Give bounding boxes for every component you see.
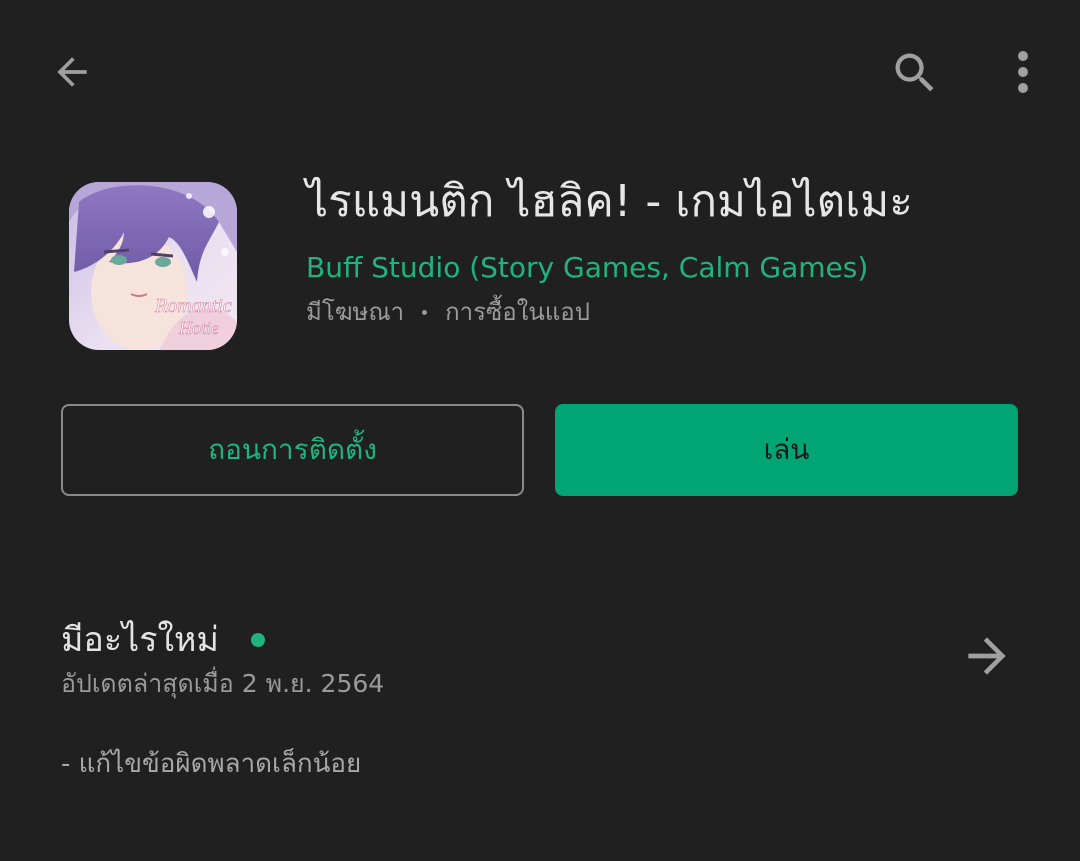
play-button[interactable]: เล่น (555, 404, 1018, 496)
last-updated-text: อัปเดตล่าสุดเมื่อ 2 พ.ย. 2564 (61, 669, 385, 698)
whats-new-title: มีอะไรใหม่ (61, 620, 219, 660)
in-app-purchases-label: การซื้อในแอป (445, 298, 590, 326)
back-button[interactable] (42, 42, 102, 102)
search-button[interactable] (884, 42, 946, 104)
app-icon-logo-line1: Romantic (154, 295, 232, 317)
app-meta: มีโฆษณา การซื้อในแอป (306, 294, 590, 330)
new-indicator-dot (250, 633, 265, 647)
arrow-forward-icon[interactable] (959, 628, 1015, 684)
whats-new-heading: มีอะไรใหม่ (61, 616, 265, 664)
developer-link[interactable]: Buff Studio (Story Games, Calm Games) (306, 248, 868, 288)
more-vert-icon (1018, 51, 1028, 93)
arrow-back-icon (57, 57, 87, 87)
app-icon-logo-line2: Hotie (178, 318, 219, 338)
search-icon (895, 53, 934, 92)
separator-dot (422, 309, 428, 315)
app-details-page: Romantic Hotie ไรแมนติก ไฮลิค! - เกมไอไต… (0, 0, 1080, 861)
whats-new-section[interactable]: มีอะไรใหม่ อัปเดตล่าสุดเมื่อ 2 พ.ย. 2564 (61, 608, 1021, 718)
uninstall-button[interactable]: ถอนการติดตั้ง (61, 404, 524, 496)
app-icon: Romantic Hotie (69, 182, 237, 350)
more-options-button[interactable] (998, 42, 1048, 102)
release-notes: - แก้ไขข้อผิดพลาดเล็กน้อย (61, 749, 362, 779)
app-title: ไรแมนติก ไฮลิค! - เกมไอไตเมะ (306, 176, 913, 227)
contains-ads-label: มีโฆษณา (306, 298, 405, 326)
